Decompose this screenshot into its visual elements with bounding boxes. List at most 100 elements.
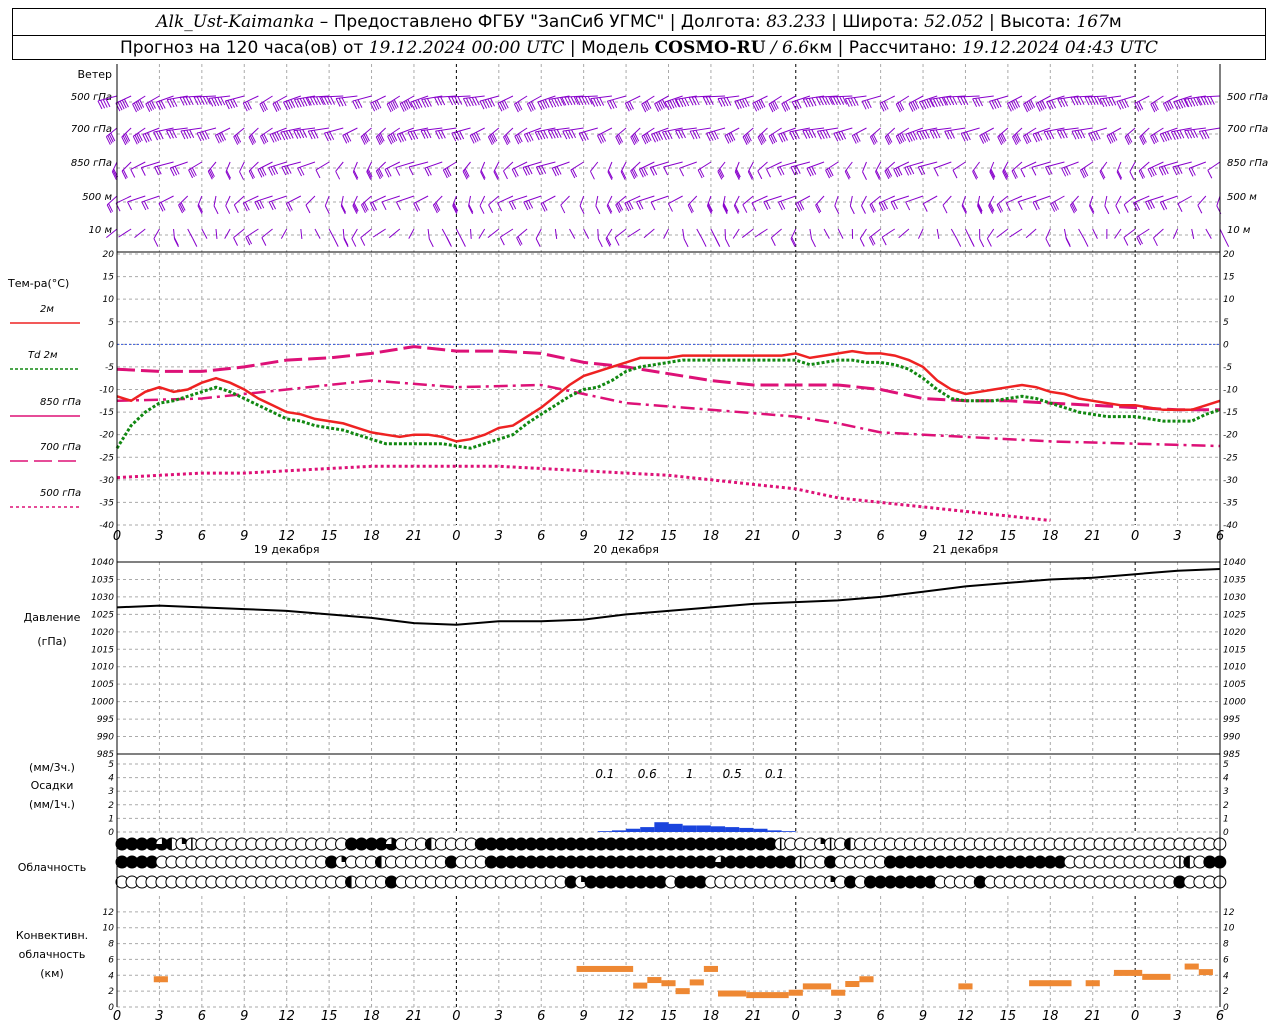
wind-barb (248, 161, 259, 180)
wind-barb (323, 127, 344, 142)
wind-barb (663, 228, 669, 239)
pressure-tick-left: 1040 (91, 558, 114, 568)
wind-barb (424, 161, 443, 177)
wind-barb (879, 95, 895, 112)
wind-barb (155, 95, 174, 111)
wind-barb (869, 127, 881, 145)
temp-hour-tick: 15 (321, 529, 338, 544)
temp-tick-right: -35 (1223, 498, 1238, 508)
wind-barb (470, 228, 472, 239)
precip-tick-right: 0 (1223, 828, 1229, 838)
conv-tick-left: 8 (108, 940, 114, 950)
wind-barb (511, 161, 528, 178)
pressure-tick-left: 1010 (91, 663, 114, 673)
wind-barb (918, 95, 938, 111)
day-label: 19 декабря (254, 543, 320, 556)
conv-hour-tick: 6 (537, 1009, 545, 1024)
convective-bar (859, 976, 874, 983)
wind-barb (859, 228, 867, 247)
wind-barb (523, 195, 542, 211)
temp-tick-right: -40 (1223, 521, 1238, 531)
wind-barb (1099, 161, 1108, 180)
wind-barb (697, 161, 712, 179)
wind-barb (904, 161, 924, 176)
temp-tick-right: -25 (1223, 453, 1238, 463)
wind-barb (268, 195, 287, 211)
wind-barb (493, 161, 500, 180)
wind-barb (757, 127, 768, 146)
temp-hour-tick: 15 (1000, 529, 1017, 544)
wind-barb (551, 161, 570, 177)
wind-barb (257, 161, 273, 178)
wind-barb (297, 161, 316, 177)
wind-barb (1114, 228, 1122, 239)
wind-barb (682, 228, 689, 248)
wind-barb (1104, 195, 1110, 215)
pressure-title: Давление (24, 611, 81, 624)
wind-barb (1025, 228, 1037, 239)
temp-hour-tick: 9 (580, 529, 588, 544)
wind-barb (503, 161, 514, 180)
conv-hour-tick: 9 (919, 1009, 927, 1024)
precip-tick-right: 1 (1223, 814, 1229, 824)
precip-tick-right: 2 (1223, 801, 1229, 811)
precip-bar (696, 825, 711, 832)
wind-barb (366, 161, 373, 180)
wind-barb (624, 95, 641, 112)
temp-tick-right: -30 (1223, 476, 1238, 486)
meteogram-chart: Ветер 500 гПа 500 гПа 700 гПа 700 гПа 850 гПа… (7, 64, 1268, 1024)
wind-barb (1150, 95, 1164, 113)
pressure-tick-left: 1015 (91, 645, 114, 655)
wind-level-label-left: 700 гПа (71, 124, 112, 135)
temp-hour-tick: 9 (919, 529, 927, 544)
wind-barb (1012, 127, 1023, 146)
conv-hour-tick: 0 (452, 1009, 460, 1024)
temp-hour-tick: 18 (363, 529, 380, 544)
convective-bar (831, 989, 846, 996)
wind-barb (747, 161, 754, 180)
wind-barb (478, 228, 486, 239)
pressure-tick-left: 1035 (91, 575, 114, 585)
wind-barb (386, 95, 401, 113)
temp-tick-right: 15 (1223, 273, 1235, 283)
wind-barb (259, 95, 273, 113)
temp-hour-tick: 6 (198, 529, 206, 544)
precip-tick-right: 5 (1223, 760, 1229, 770)
wind-barb (487, 228, 500, 238)
wind-level-label-right: 500 гПа (1227, 92, 1268, 103)
wind-barb (261, 228, 273, 246)
pressure-tick-right: 990 (1223, 733, 1240, 743)
pressure-tick-right: 1035 (1223, 575, 1246, 585)
wind-barb (442, 161, 457, 179)
wind-barb (643, 228, 655, 239)
wind-barb (638, 161, 655, 178)
wind-barb (1032, 195, 1051, 211)
conv-tick-right: 10 (1223, 924, 1235, 934)
precip-3h-label: 1 (686, 767, 694, 781)
conv-tick-left: 6 (108, 955, 114, 965)
wind-barb (905, 195, 924, 211)
wind-barb (375, 161, 387, 180)
temp-hour-tick: 0 (792, 529, 800, 544)
wind-barb (554, 228, 558, 239)
wind-barb (427, 228, 434, 248)
precip-title-3: (мм/1ч.) (29, 798, 75, 811)
temp-tick-left: 20 (103, 250, 115, 260)
conv-hour-tick: 3 (155, 1009, 163, 1024)
wind-barb (675, 127, 697, 139)
wind-barb (979, 228, 985, 248)
wind-barb (862, 161, 867, 180)
conv-title-1: Конвективн. (16, 929, 88, 942)
day-label: 21 декабря (933, 543, 999, 556)
wind-barb (352, 161, 359, 180)
wind-barb (395, 161, 415, 176)
wind-barb (118, 228, 132, 238)
wind-barb (1116, 161, 1123, 180)
wind-barb (649, 161, 669, 176)
precip-title-2: Осадки (31, 779, 74, 792)
conv-hour-tick: 18 (1042, 1009, 1059, 1024)
precip-tick-left: 2 (108, 801, 114, 811)
wind-barb (1158, 161, 1178, 176)
conv-tick-right: 2 (1223, 987, 1229, 997)
wind-barb (979, 127, 994, 144)
